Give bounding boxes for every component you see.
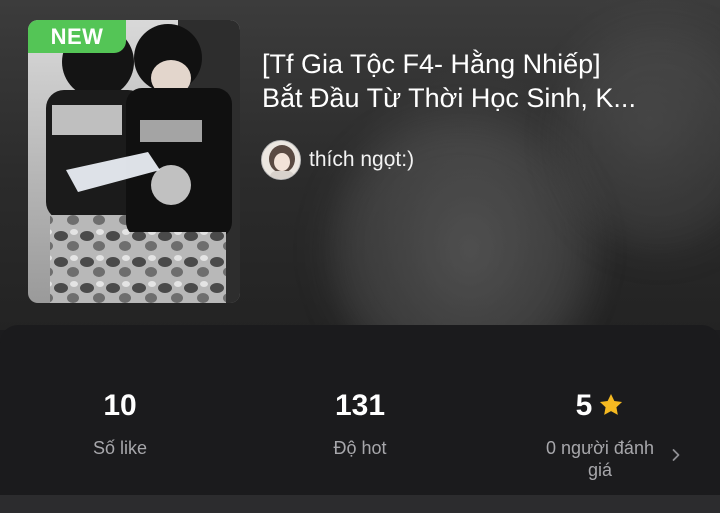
likes-label: Số like	[92, 438, 148, 458]
chevron-right-icon[interactable]	[668, 447, 684, 463]
story-title: [Tf Gia Tộc F4- Hằng Nhiếp] Bắt Đầu Từ T…	[262, 47, 702, 115]
stat-hot: 131 Độ hot	[240, 325, 480, 459]
author-link[interactable]: thích ngọt:)	[261, 139, 414, 181]
next-section-edge	[0, 495, 720, 513]
cover-illustration	[28, 20, 240, 303]
avatar-illustration	[262, 141, 300, 179]
author-name[interactable]: thích ngọt:)	[309, 148, 414, 172]
story-header-background: NEW [Tf Gia Tộc F4- Hằng Nhiếp] Bắt Đầu …	[0, 0, 720, 330]
stat-rating[interactable]: 5 0 người đánh giá	[480, 325, 720, 481]
stat-likes: 10 Số like	[0, 325, 240, 459]
new-badge: NEW	[28, 20, 126, 53]
rating-label-wrap: 0 người đánh giá	[480, 437, 720, 481]
story-cover-image[interactable]: NEW	[28, 20, 240, 303]
rating-label: 0 người đánh giá	[546, 438, 654, 480]
star-icon	[598, 391, 624, 427]
hot-count: 131	[334, 389, 386, 422]
hot-label: Độ hot	[333, 438, 387, 458]
likes-count: 10	[103, 389, 137, 422]
rating-value: 5	[575, 389, 593, 422]
stats-panel: 10 Số like 131 Độ hot 5 0 người đánh giá	[0, 325, 720, 495]
story-title-line-2: Bắt Đầu Từ Thời Học Sinh, K...	[262, 83, 636, 113]
story-title-line-1: [Tf Gia Tộc F4- Hằng Nhiếp]	[262, 49, 601, 79]
author-avatar[interactable]	[261, 140, 301, 180]
rating-value-row: 5	[480, 388, 720, 424]
